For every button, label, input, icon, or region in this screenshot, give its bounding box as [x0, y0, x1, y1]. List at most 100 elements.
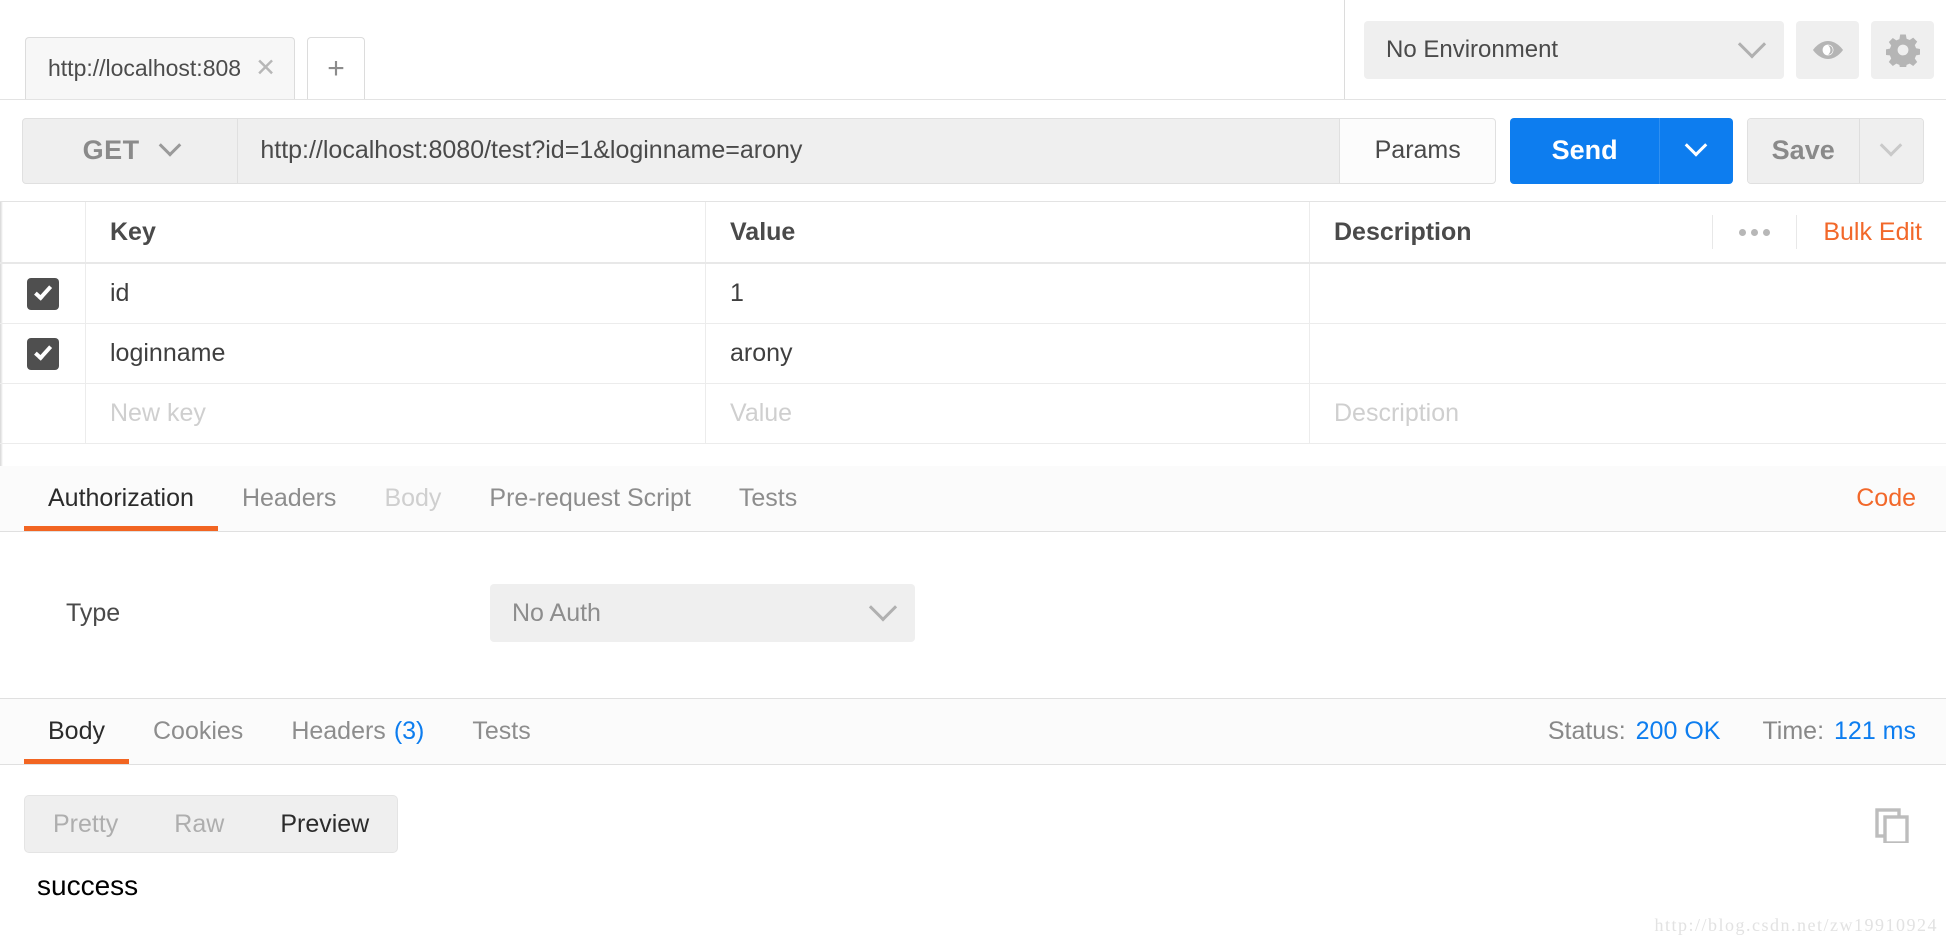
environment-zone: No Environment — [1364, 0, 1946, 99]
copy-icon — [1875, 808, 1909, 845]
header-cell-check — [0, 202, 86, 262]
auth-type-row: Type No Auth — [0, 584, 915, 642]
watermark: http://blog.csdn.net/zw19910924 — [1654, 915, 1938, 935]
time-indicator: Time: 121 ms — [1762, 717, 1916, 746]
save-button[interactable]: Save — [1747, 118, 1859, 183]
http-method-label: GET — [82, 135, 140, 165]
request-url-bar: GET http://localhost:8080/test?id=1&logi… — [0, 100, 1946, 202]
new-tab-button[interactable]: + — [307, 37, 366, 99]
bulk-edit-button[interactable]: Bulk Edit — [1797, 218, 1922, 247]
row-value-cell[interactable]: 1 — [706, 264, 1310, 323]
send-button[interactable]: Send — [1510, 117, 1660, 184]
status-label: Status: — [1547, 717, 1626, 745]
row-checkbox-cell — [0, 264, 86, 323]
row-key-cell[interactable]: loginname — [86, 324, 706, 383]
status-value: 200 OK — [1635, 717, 1721, 745]
tab-tests[interactable]: Tests — [715, 466, 821, 531]
auth-type-selector[interactable]: No Auth — [490, 584, 915, 642]
row-description-cell[interactable] — [1310, 264, 1946, 323]
http-method-selector[interactable]: GET — [22, 117, 239, 184]
params-toggle-button[interactable]: Params — [1340, 117, 1497, 184]
request-tab[interactable]: http://localhost:808 ✕ — [25, 37, 296, 99]
row-description-cell[interactable] — [1310, 324, 1946, 383]
view-preview-button[interactable]: Preview — [252, 796, 397, 852]
header-cell-description: Description Bulk Edit — [1310, 202, 1946, 262]
new-description-input[interactable]: Description — [1310, 384, 1946, 443]
query-params-table: Key Value Description Bulk Edit id 1 log… — [0, 202, 1946, 444]
save-options-button[interactable] — [1858, 118, 1923, 183]
tab-authorization[interactable]: Authorization — [24, 466, 218, 531]
row-value-value: arony — [730, 339, 793, 367]
code-link[interactable]: Code — [1856, 466, 1946, 531]
response-tab-body-label: Body — [48, 717, 105, 745]
response-tab-tests-label: Tests — [472, 717, 531, 745]
new-value-input[interactable]: Value — [706, 384, 1310, 443]
eye-icon — [1812, 40, 1843, 59]
environment-selector[interactable]: No Environment — [1364, 20, 1784, 79]
response-section-tabs: Body Cookies Headers (3) Tests Status: 20… — [0, 699, 1946, 765]
row-key-value: id — [110, 279, 130, 307]
response-tab-cookies[interactable]: Cookies — [129, 699, 267, 764]
chevron-down-icon — [1879, 133, 1903, 157]
new-value-placeholder: Value — [730, 399, 793, 427]
row-value-cell[interactable]: arony — [706, 324, 1310, 383]
response-tab-body[interactable]: Body — [24, 699, 129, 764]
view-pretty-button[interactable]: Pretty — [25, 796, 146, 852]
new-description-placeholder: Description — [1334, 399, 1460, 427]
response-headers-count: (3) — [393, 717, 425, 745]
response-tab-tests[interactable]: Tests — [448, 699, 554, 764]
row-checkbox[interactable] — [26, 277, 59, 310]
new-key-input[interactable]: New key — [86, 384, 706, 443]
settings-button[interactable] — [1871, 20, 1934, 79]
header-description-label: Description — [1334, 217, 1472, 246]
status-indicator: Status: 200 OK — [1548, 717, 1721, 746]
chevron-down-icon — [1737, 29, 1767, 58]
header-actions: Bulk Edit — [1712, 215, 1922, 249]
response-body-content: success — [37, 870, 139, 901]
authorization-panel: Type No Auth — [0, 532, 1946, 699]
send-button-group: Send — [1510, 117, 1733, 184]
table-row: loginname arony — [0, 324, 1946, 384]
response-meta: Status: 200 OK Time: 121 ms — [1548, 699, 1946, 764]
response-body-panel: Pretty Raw Preview success http://blog.c… — [0, 765, 1946, 946]
response-tab-headers-label: Headers — [291, 717, 386, 745]
response-tab-cookies-label: Cookies — [152, 717, 244, 745]
send-options-button[interactable] — [1659, 117, 1733, 184]
tab-body[interactable]: Body — [360, 466, 465, 531]
row-checkbox[interactable] — [26, 337, 59, 370]
top-bar: http://localhost:808 ✕ + No Environment — [0, 0, 1946, 100]
table-row: id 1 — [0, 264, 1946, 324]
request-tab-title: http://localhost:808 — [48, 55, 242, 81]
tab-headers[interactable]: Headers — [218, 466, 361, 531]
ellipsis-icon[interactable] — [1712, 215, 1798, 249]
request-section-tabs: Authorization Headers Body Pre-request S… — [0, 466, 1946, 532]
header-cell-value: Value — [706, 202, 1310, 262]
time-label: Time: — [1762, 717, 1825, 745]
chevron-down-icon — [1685, 133, 1708, 157]
save-button-group: Save — [1746, 117, 1924, 184]
response-tab-headers[interactable]: Headers (3) — [267, 699, 448, 764]
time-value: 121 ms — [1834, 717, 1916, 745]
postman-window: http://localhost:808 ✕ + No Environment — [0, 0, 1946, 946]
copy-response-button[interactable] — [1874, 807, 1910, 848]
tab-pre-request-script[interactable]: Pre-request Script — [465, 466, 714, 531]
new-row-checkbox-cell — [0, 384, 86, 443]
header-cell-key: Key — [86, 202, 706, 262]
auth-type-value: No Auth — [512, 598, 601, 627]
row-key-value: loginname — [110, 339, 226, 367]
close-icon[interactable]: ✕ — [255, 56, 276, 81]
row-checkbox-cell — [0, 324, 86, 383]
response-view-toggle: Pretty Raw Preview — [24, 795, 399, 853]
chevron-down-icon — [158, 133, 181, 157]
environment-quick-look-button[interactable] — [1796, 20, 1859, 79]
view-raw-button[interactable]: Raw — [146, 796, 252, 852]
row-key-cell[interactable]: id — [86, 264, 706, 323]
url-input[interactable]: http://localhost:8080/test?id=1&loginnam… — [238, 117, 1341, 184]
gear-icon — [1885, 34, 1920, 67]
environment-selected-label: No Environment — [1386, 35, 1559, 63]
table-header-row: Key Value Description Bulk Edit — [0, 202, 1946, 264]
auth-type-label: Type — [66, 598, 121, 627]
chevron-down-icon — [868, 593, 898, 622]
new-key-placeholder: New key — [110, 399, 206, 427]
request-tabstrip: http://localhost:808 ✕ + — [0, 0, 1345, 99]
